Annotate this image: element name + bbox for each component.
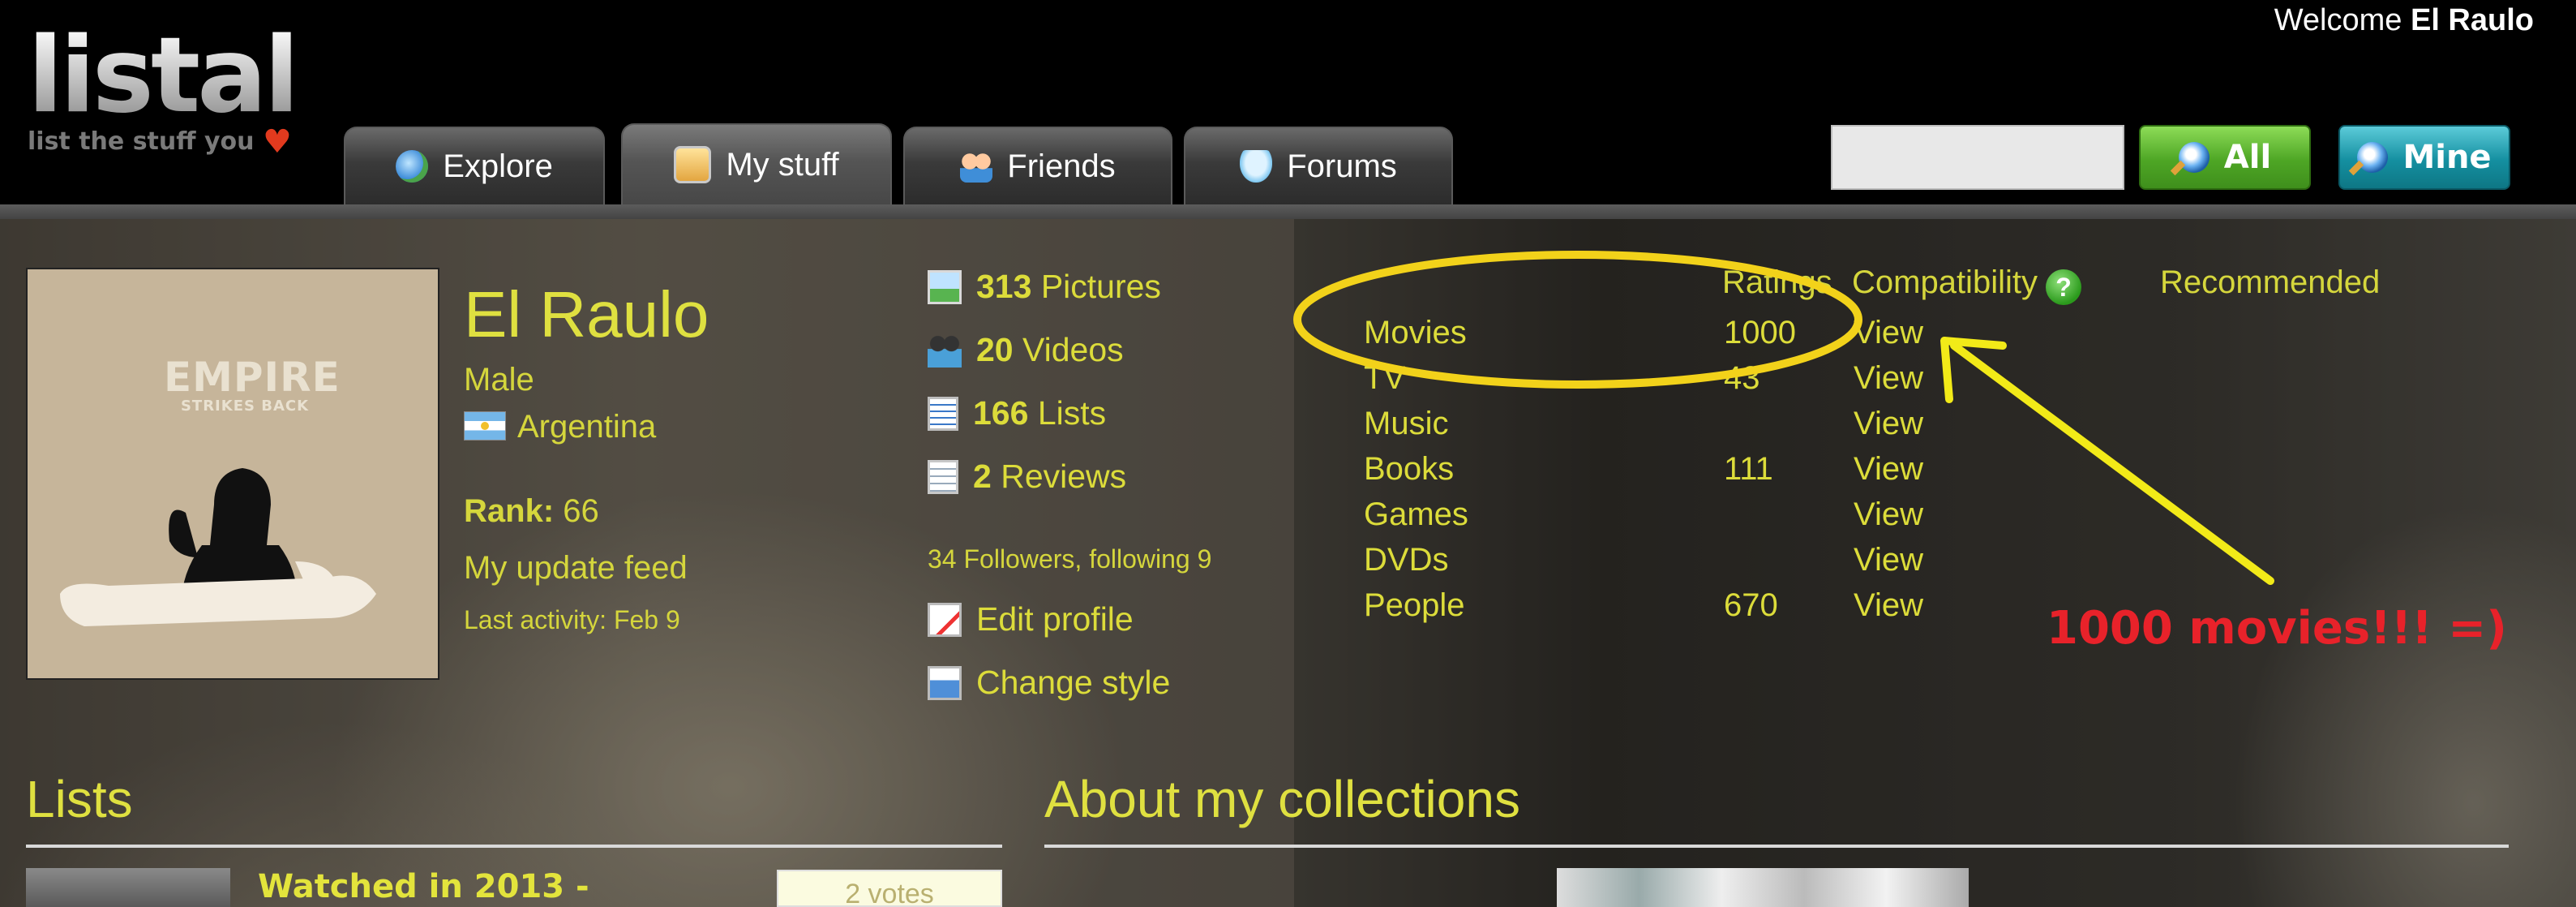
search-mine-label: Mine — [2402, 139, 2492, 176]
welcome-username[interactable]: El Raulo — [2411, 3, 2534, 37]
my-stuff-icon — [674, 146, 712, 183]
tab-forums[interactable]: Forums — [1184, 127, 1453, 204]
tab-forums-label: Forums — [1287, 148, 1397, 184]
collection-thumbnail[interactable] — [1557, 868, 1969, 907]
magnifier-icon — [2178, 142, 2210, 173]
logo-tagline-text: list the stuff you — [28, 127, 255, 156]
header-divider — [0, 204, 2576, 219]
votes-badge: 2 votes — [777, 870, 1002, 907]
friends-icon — [960, 150, 993, 183]
list-title-link[interactable]: Watched in 2013 - — [258, 868, 589, 905]
lists-divider — [26, 845, 1002, 848]
list-thumbnail[interactable] — [26, 868, 230, 907]
annotation-text: 1000 movies!!! =) — [2047, 602, 2507, 655]
tab-my-stuff-label: My stuff — [726, 146, 839, 183]
collections-section-title: About my collections — [1044, 770, 1520, 828]
heart-icon: ♥ — [262, 123, 292, 161]
annotation-arrow-shaft — [1950, 342, 2274, 585]
search-all-label: All — [2223, 139, 2272, 176]
lists-section-title: Lists — [26, 770, 133, 828]
listal-logo[interactable]: listal list the stuff you ♥ — [28, 15, 299, 161]
forums-icon — [1240, 150, 1273, 183]
welcome-prefix: Welcome — [2274, 3, 2402, 37]
tab-friends-label: Friends — [1007, 148, 1116, 184]
tab-explore-label: Explore — [443, 148, 553, 184]
tab-my-stuff[interactable]: My stuff — [621, 123, 892, 204]
search-all-button[interactable]: All — [2139, 125, 2311, 190]
profile-area: EMPIRE STRIKES BACK El Raulo Male Argent… — [0, 219, 2576, 907]
logo-wordmark: listal — [28, 15, 299, 136]
collections-divider — [1044, 845, 2509, 848]
globe-icon — [396, 150, 429, 183]
highlight-ellipse — [1293, 251, 1862, 389]
magnifier-icon — [2357, 142, 2389, 173]
search-mine-button[interactable]: Mine — [2338, 125, 2510, 190]
welcome-message: Welcome El Raulo — [2274, 3, 2534, 38]
tab-explore[interactable]: Explore — [344, 127, 605, 204]
tab-friends[interactable]: Friends — [903, 127, 1172, 204]
search-input[interactable] — [1831, 125, 2124, 190]
site-header: listal list the stuff you ♥ Welcome El R… — [0, 0, 2576, 204]
logo-tagline: list the stuff you ♥ — [28, 123, 296, 161]
